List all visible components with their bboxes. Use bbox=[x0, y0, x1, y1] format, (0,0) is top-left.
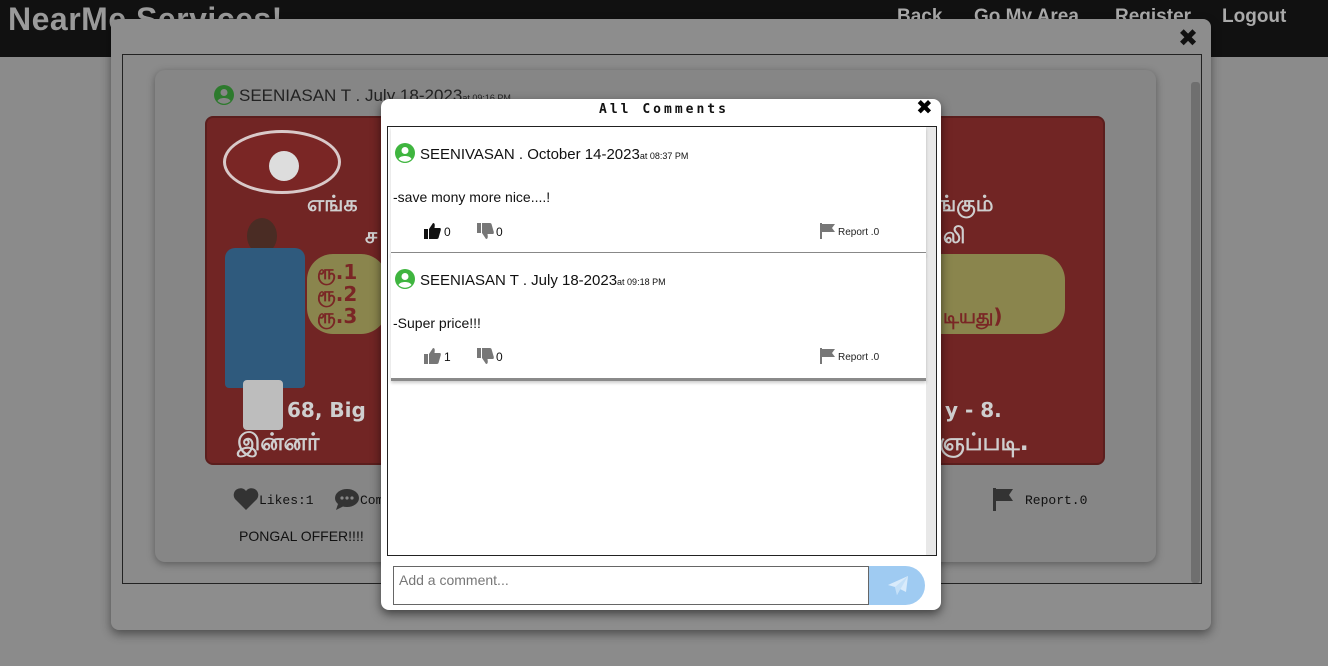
comment-text: -Super price!!! bbox=[393, 315, 481, 331]
image-text: 68, Big bbox=[287, 398, 366, 422]
report-label[interactable]: Report .0 bbox=[838, 226, 879, 240]
comment-time: at 09:18 PM bbox=[617, 277, 666, 287]
image-text: y - 8. bbox=[945, 398, 1002, 422]
comment-author: SEENIVASAN . October 14-2023at 08:37 PM bbox=[395, 143, 688, 166]
image-text: ரூ.3 bbox=[317, 304, 358, 328]
flag-icon[interactable] bbox=[820, 348, 836, 364]
dislike-count: 0 bbox=[496, 225, 503, 239]
like-button[interactable]: Likes:1 bbox=[233, 487, 314, 512]
comments-label: Com bbox=[360, 493, 384, 508]
comment-bubble-icon bbox=[335, 489, 359, 510]
image-text: லி bbox=[943, 224, 966, 249]
user-circle-icon bbox=[395, 143, 415, 163]
flag-icon[interactable] bbox=[820, 223, 836, 239]
comment-text: -save mony more nice....! bbox=[393, 189, 551, 205]
thumbs-up-icon[interactable] bbox=[424, 347, 441, 364]
paper-plane-icon bbox=[888, 576, 908, 595]
likes-count: Likes:1 bbox=[259, 493, 314, 508]
comments-scrollbar[interactable] bbox=[926, 127, 936, 555]
report-button[interactable]: Report.0 bbox=[991, 487, 1087, 512]
flag-icon bbox=[993, 488, 1013, 511]
like-count: 0 bbox=[444, 225, 451, 239]
comment-author-name: SEENIASAN T . July 18-2023 bbox=[420, 272, 618, 289]
image-text: ஞப்படி. bbox=[939, 428, 1029, 456]
thumbs-down-icon[interactable] bbox=[477, 223, 494, 240]
close-icon[interactable]: ✖ bbox=[1178, 27, 1198, 51]
post-modal-scrollbar[interactable] bbox=[1191, 82, 1200, 583]
user-circle-icon bbox=[395, 269, 415, 289]
thumbs-down-icon[interactable] bbox=[477, 348, 494, 365]
image-text: எங்க bbox=[307, 192, 358, 217]
close-icon[interactable]: ✖ bbox=[916, 98, 933, 118]
image-text: ங்கும் bbox=[937, 192, 994, 217]
comment-author-name: SEENIVASAN . October 14-2023 bbox=[420, 146, 640, 163]
nav-logout-link[interactable]: Logout bbox=[1222, 6, 1286, 28]
dislike-count: 0 bbox=[496, 350, 503, 364]
heart-icon bbox=[233, 488, 259, 510]
shop-logo bbox=[223, 130, 341, 194]
image-text: ச bbox=[365, 224, 378, 249]
comment-input[interactable] bbox=[393, 566, 869, 605]
thumbs-up-icon[interactable] bbox=[424, 222, 441, 239]
report-label[interactable]: Report .0 bbox=[838, 351, 879, 365]
like-count: 1 bbox=[444, 350, 451, 364]
comment-author: SEENIASAN T . July 18-2023at 09:18 PM bbox=[395, 269, 666, 292]
comment-button[interactable]: Com bbox=[334, 487, 383, 512]
comments-modal-title: All Comments bbox=[599, 102, 729, 117]
send-comment-button[interactable] bbox=[869, 566, 925, 605]
post-caption: PONGAL OFFER!!!! bbox=[239, 528, 364, 544]
comment-time: at 08:37 PM bbox=[639, 151, 689, 161]
image-text: டியது) bbox=[943, 304, 1003, 328]
image-text: இன்னர் bbox=[237, 428, 320, 456]
report-count: Report.0 bbox=[1025, 493, 1088, 508]
